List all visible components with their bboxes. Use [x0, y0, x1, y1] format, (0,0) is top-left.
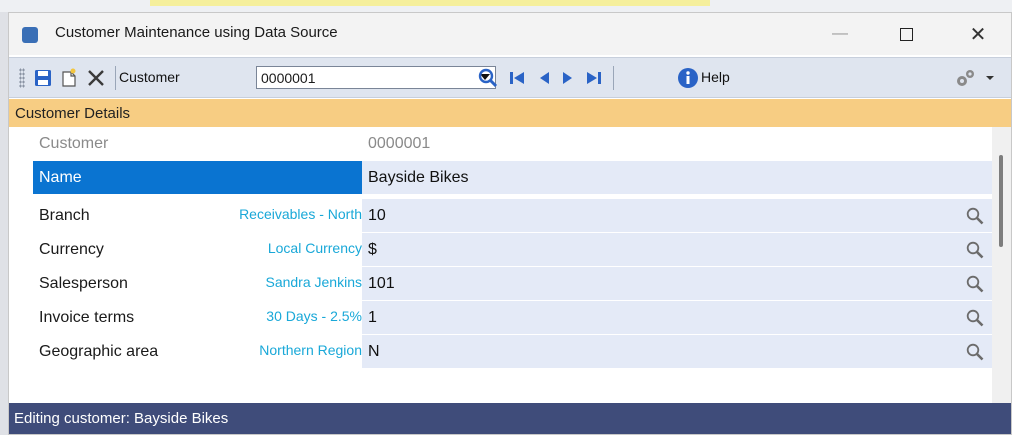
- app-icon: [22, 27, 38, 43]
- title-bar: Customer Maintenance using Data Source —…: [9, 13, 1011, 55]
- settings-icon[interactable]: [953, 67, 979, 89]
- search-icon[interactable]: [966, 275, 984, 293]
- section-header: Customer Details: [9, 99, 1011, 127]
- scrollbar-thumb[interactable]: [999, 155, 1003, 247]
- customer-combo-value: 0000001: [261, 70, 316, 86]
- field-value: 0000001: [368, 135, 431, 152]
- field-value[interactable]: 1: [362, 301, 992, 334]
- toolbar-separator: [613, 66, 614, 90]
- save-icon[interactable]: [33, 67, 53, 89]
- toolbar-overflow-icon[interactable]: [983, 67, 997, 89]
- last-record-icon[interactable]: [583, 67, 605, 89]
- search-icon[interactable]: [966, 309, 984, 327]
- search-icon[interactable]: [966, 207, 984, 225]
- field-value[interactable]: $: [362, 233, 992, 266]
- field-label: Name: [33, 161, 362, 194]
- delete-icon[interactable]: [85, 67, 107, 89]
- search-icon[interactable]: [966, 343, 984, 361]
- field-row-salesperson[interactable]: Salesperson Sandra Jenkins 101: [9, 267, 992, 301]
- toolbar-grip[interactable]: [19, 68, 25, 88]
- minimize-button[interactable]: —: [817, 13, 863, 55]
- status-bar: Editing customer: Bayside Bikes: [9, 403, 1011, 434]
- customer-combo[interactable]: 0000001: [256, 66, 496, 89]
- customer-label: Customer: [119, 69, 180, 85]
- customer-maintenance-window: Customer Maintenance using Data Source —…: [8, 12, 1012, 435]
- field-row-branch[interactable]: Branch Receivables - North 10: [9, 199, 992, 233]
- field-value[interactable]: Bayside Bikes: [362, 161, 992, 194]
- new-icon[interactable]: [59, 67, 79, 89]
- window-title: Customer Maintenance using Data Source: [55, 24, 338, 41]
- field-description: Receivables - North: [239, 206, 362, 222]
- vertical-scrollbar[interactable]: [992, 127, 1011, 403]
- field-value[interactable]: 10: [362, 199, 992, 232]
- info-icon[interactable]: [676, 67, 700, 89]
- field-value[interactable]: N: [362, 335, 992, 368]
- field-description: Northern Region: [259, 342, 362, 358]
- first-record-icon[interactable]: [506, 67, 528, 89]
- help-button[interactable]: Help: [701, 69, 730, 85]
- field-row-currency[interactable]: Currency Local Currency $: [9, 233, 992, 267]
- field-row-invoice-terms[interactable]: Invoice terms 30 Days - 2.5% 1: [9, 301, 992, 335]
- field-label: Customer: [39, 135, 109, 152]
- maximize-icon: [899, 27, 913, 41]
- field-row-name[interactable]: Name Bayside Bikes: [9, 161, 992, 195]
- field-value[interactable]: 101: [362, 267, 992, 300]
- previous-record-icon[interactable]: [535, 67, 553, 89]
- next-record-icon[interactable]: [559, 67, 577, 89]
- field-description: Sandra Jenkins: [265, 274, 362, 290]
- toolbar: Customer 0000001 Help: [9, 57, 1011, 98]
- toolbar-separator: [115, 66, 116, 90]
- maximize-button[interactable]: [883, 13, 929, 55]
- field-row-geographic-area[interactable]: Geographic area Northern Region N: [9, 335, 992, 369]
- search-icon[interactable]: [477, 67, 499, 89]
- field-description: Local Currency: [267, 240, 362, 256]
- desktop-background-highlight: [150, 0, 710, 6]
- search-icon[interactable]: [966, 241, 984, 259]
- close-button[interactable]: ✕: [955, 13, 1001, 55]
- customer-details-grid: Customer 0000001 Name Bayside Bikes Bran…: [9, 127, 1011, 403]
- field-row-customer[interactable]: Customer 0000001: [9, 127, 992, 161]
- field-description: 30 Days - 2.5%: [266, 308, 362, 324]
